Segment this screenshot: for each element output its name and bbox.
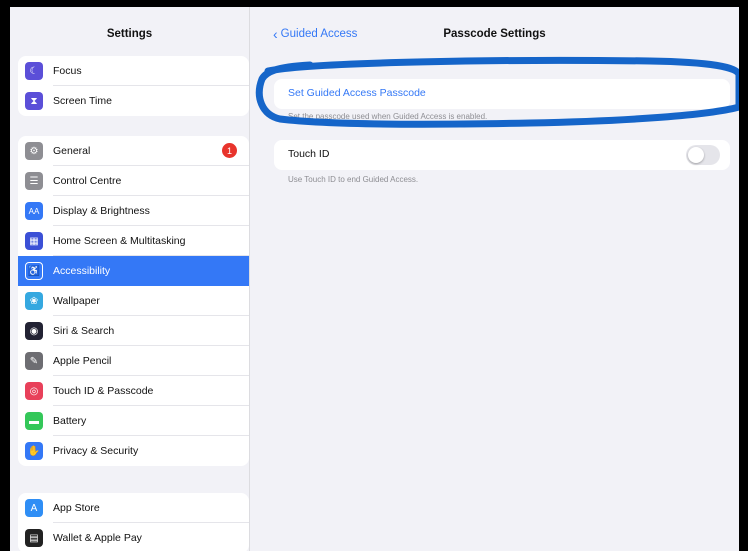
- sidebar-group-store: A App Store ▤ Wallet & Apple Pay: [18, 493, 249, 551]
- touch-id-group: Touch ID: [274, 140, 730, 170]
- sidebar-item-label: App Store: [53, 502, 100, 514]
- sidebar-item-accessibility[interactable]: ♿ Accessibility: [18, 256, 249, 286]
- sidebar-item-siri-search[interactable]: ◉ Siri & Search: [18, 316, 249, 346]
- wallet-icon: ▤: [25, 529, 43, 547]
- sidebar-item-screen-time[interactable]: ⧗ Screen Time: [18, 86, 249, 116]
- display-icon: AA: [25, 202, 43, 220]
- sidebar-item-label: Screen Time: [53, 95, 112, 107]
- back-button-label: Guided Access: [280, 28, 358, 40]
- sidebar-item-apple-pencil[interactable]: ✎ Apple Pencil: [18, 346, 249, 376]
- hourglass-icon: ⧗: [25, 92, 43, 110]
- fingerprint-icon: ◎: [25, 382, 43, 400]
- sidebar-item-home-screen[interactable]: ▦ Home Screen & Multitasking: [18, 226, 249, 256]
- sidebar-item-display-brightness[interactable]: AA Display & Brightness: [18, 196, 249, 226]
- pencil-icon: ✎: [25, 352, 43, 370]
- sidebar-item-label: Focus: [53, 65, 82, 77]
- sidebar-item-label: Battery: [53, 415, 87, 427]
- set-passcode-button[interactable]: Set Guided Access Passcode: [288, 87, 426, 99]
- sidebar-item-battery[interactable]: ▬ Battery: [18, 406, 249, 436]
- wallpaper-icon: ❀: [25, 292, 43, 310]
- sidebar-group-main: ⚙ General 1 ☰ Control Centre AA Display …: [18, 136, 249, 466]
- accessibility-icon: ♿: [25, 262, 43, 280]
- gear-icon: ⚙: [25, 142, 43, 160]
- sidebar-item-label: Privacy & Security: [53, 445, 139, 457]
- sidebar-item-focus[interactable]: ☾ Focus: [18, 56, 249, 86]
- sidebar-item-label: Apple Pencil: [53, 355, 112, 367]
- touch-id-footer-text: Use Touch ID to end Guided Access.: [288, 175, 419, 184]
- chevron-left-icon: ‹: [273, 26, 278, 42]
- sidebar-item-control-centre[interactable]: ☰ Control Centre: [18, 166, 249, 196]
- notification-badge: 1: [222, 143, 237, 158]
- battery-icon: ▬: [25, 412, 43, 430]
- touch-id-label: Touch ID: [288, 148, 330, 160]
- ipad-screen: Settings ☾ Focus ⧗ Screen Time ⚙ General…: [10, 7, 739, 551]
- sidebar-item-wallpaper[interactable]: ❀ Wallpaper: [18, 286, 249, 316]
- sidebar-item-label: Wallpaper: [53, 295, 100, 307]
- sidebar-item-label: Wallet & Apple Pay: [53, 532, 142, 544]
- siri-icon: ◉: [25, 322, 43, 340]
- home-screen-icon: ▦: [25, 232, 43, 250]
- back-button[interactable]: ‹ Guided Access: [273, 27, 357, 41]
- detail-pane: Passcode Settings ‹ Guided Access Set Gu…: [250, 7, 739, 551]
- sidebar-item-wallet[interactable]: ▤ Wallet & Apple Pay: [18, 523, 249, 551]
- toggle-knob: [688, 147, 704, 163]
- sidebar-item-privacy-security[interactable]: ✋ Privacy & Security: [18, 436, 249, 466]
- sidebar-item-label: Home Screen & Multitasking: [53, 235, 186, 247]
- moon-icon: ☾: [25, 62, 43, 80]
- sidebar-item-label: Touch ID & Passcode: [53, 385, 154, 397]
- touch-id-toggle[interactable]: [686, 145, 720, 165]
- sidebar-item-app-store[interactable]: A App Store: [18, 493, 249, 523]
- sidebar-item-touch-id-passcode[interactable]: ◎ Touch ID & Passcode: [18, 376, 249, 406]
- sidebar-item-label: General: [53, 145, 91, 157]
- sidebar-group-focus: ☾ Focus ⧗ Screen Time: [18, 56, 249, 116]
- sidebar-item-label: Display & Brightness: [53, 205, 150, 217]
- control-centre-icon: ☰: [25, 172, 43, 190]
- passcode-footer-text: Set the passcode used when Guided Access…: [288, 112, 488, 121]
- sidebar-item-label: Siri & Search: [53, 325, 115, 337]
- app-store-icon: A: [25, 499, 43, 517]
- sidebar-item-label: Accessibility: [53, 265, 111, 277]
- hand-icon: ✋: [25, 442, 43, 460]
- sidebar-title: Settings: [106, 28, 153, 40]
- sidebar-item-label: Control Centre: [53, 175, 122, 187]
- sidebar-item-general[interactable]: ⚙ General 1: [18, 136, 249, 166]
- settings-sidebar: Settings ☾ Focus ⧗ Screen Time ⚙ General…: [10, 7, 250, 551]
- passcode-group: Set Guided Access Passcode: [274, 79, 730, 109]
